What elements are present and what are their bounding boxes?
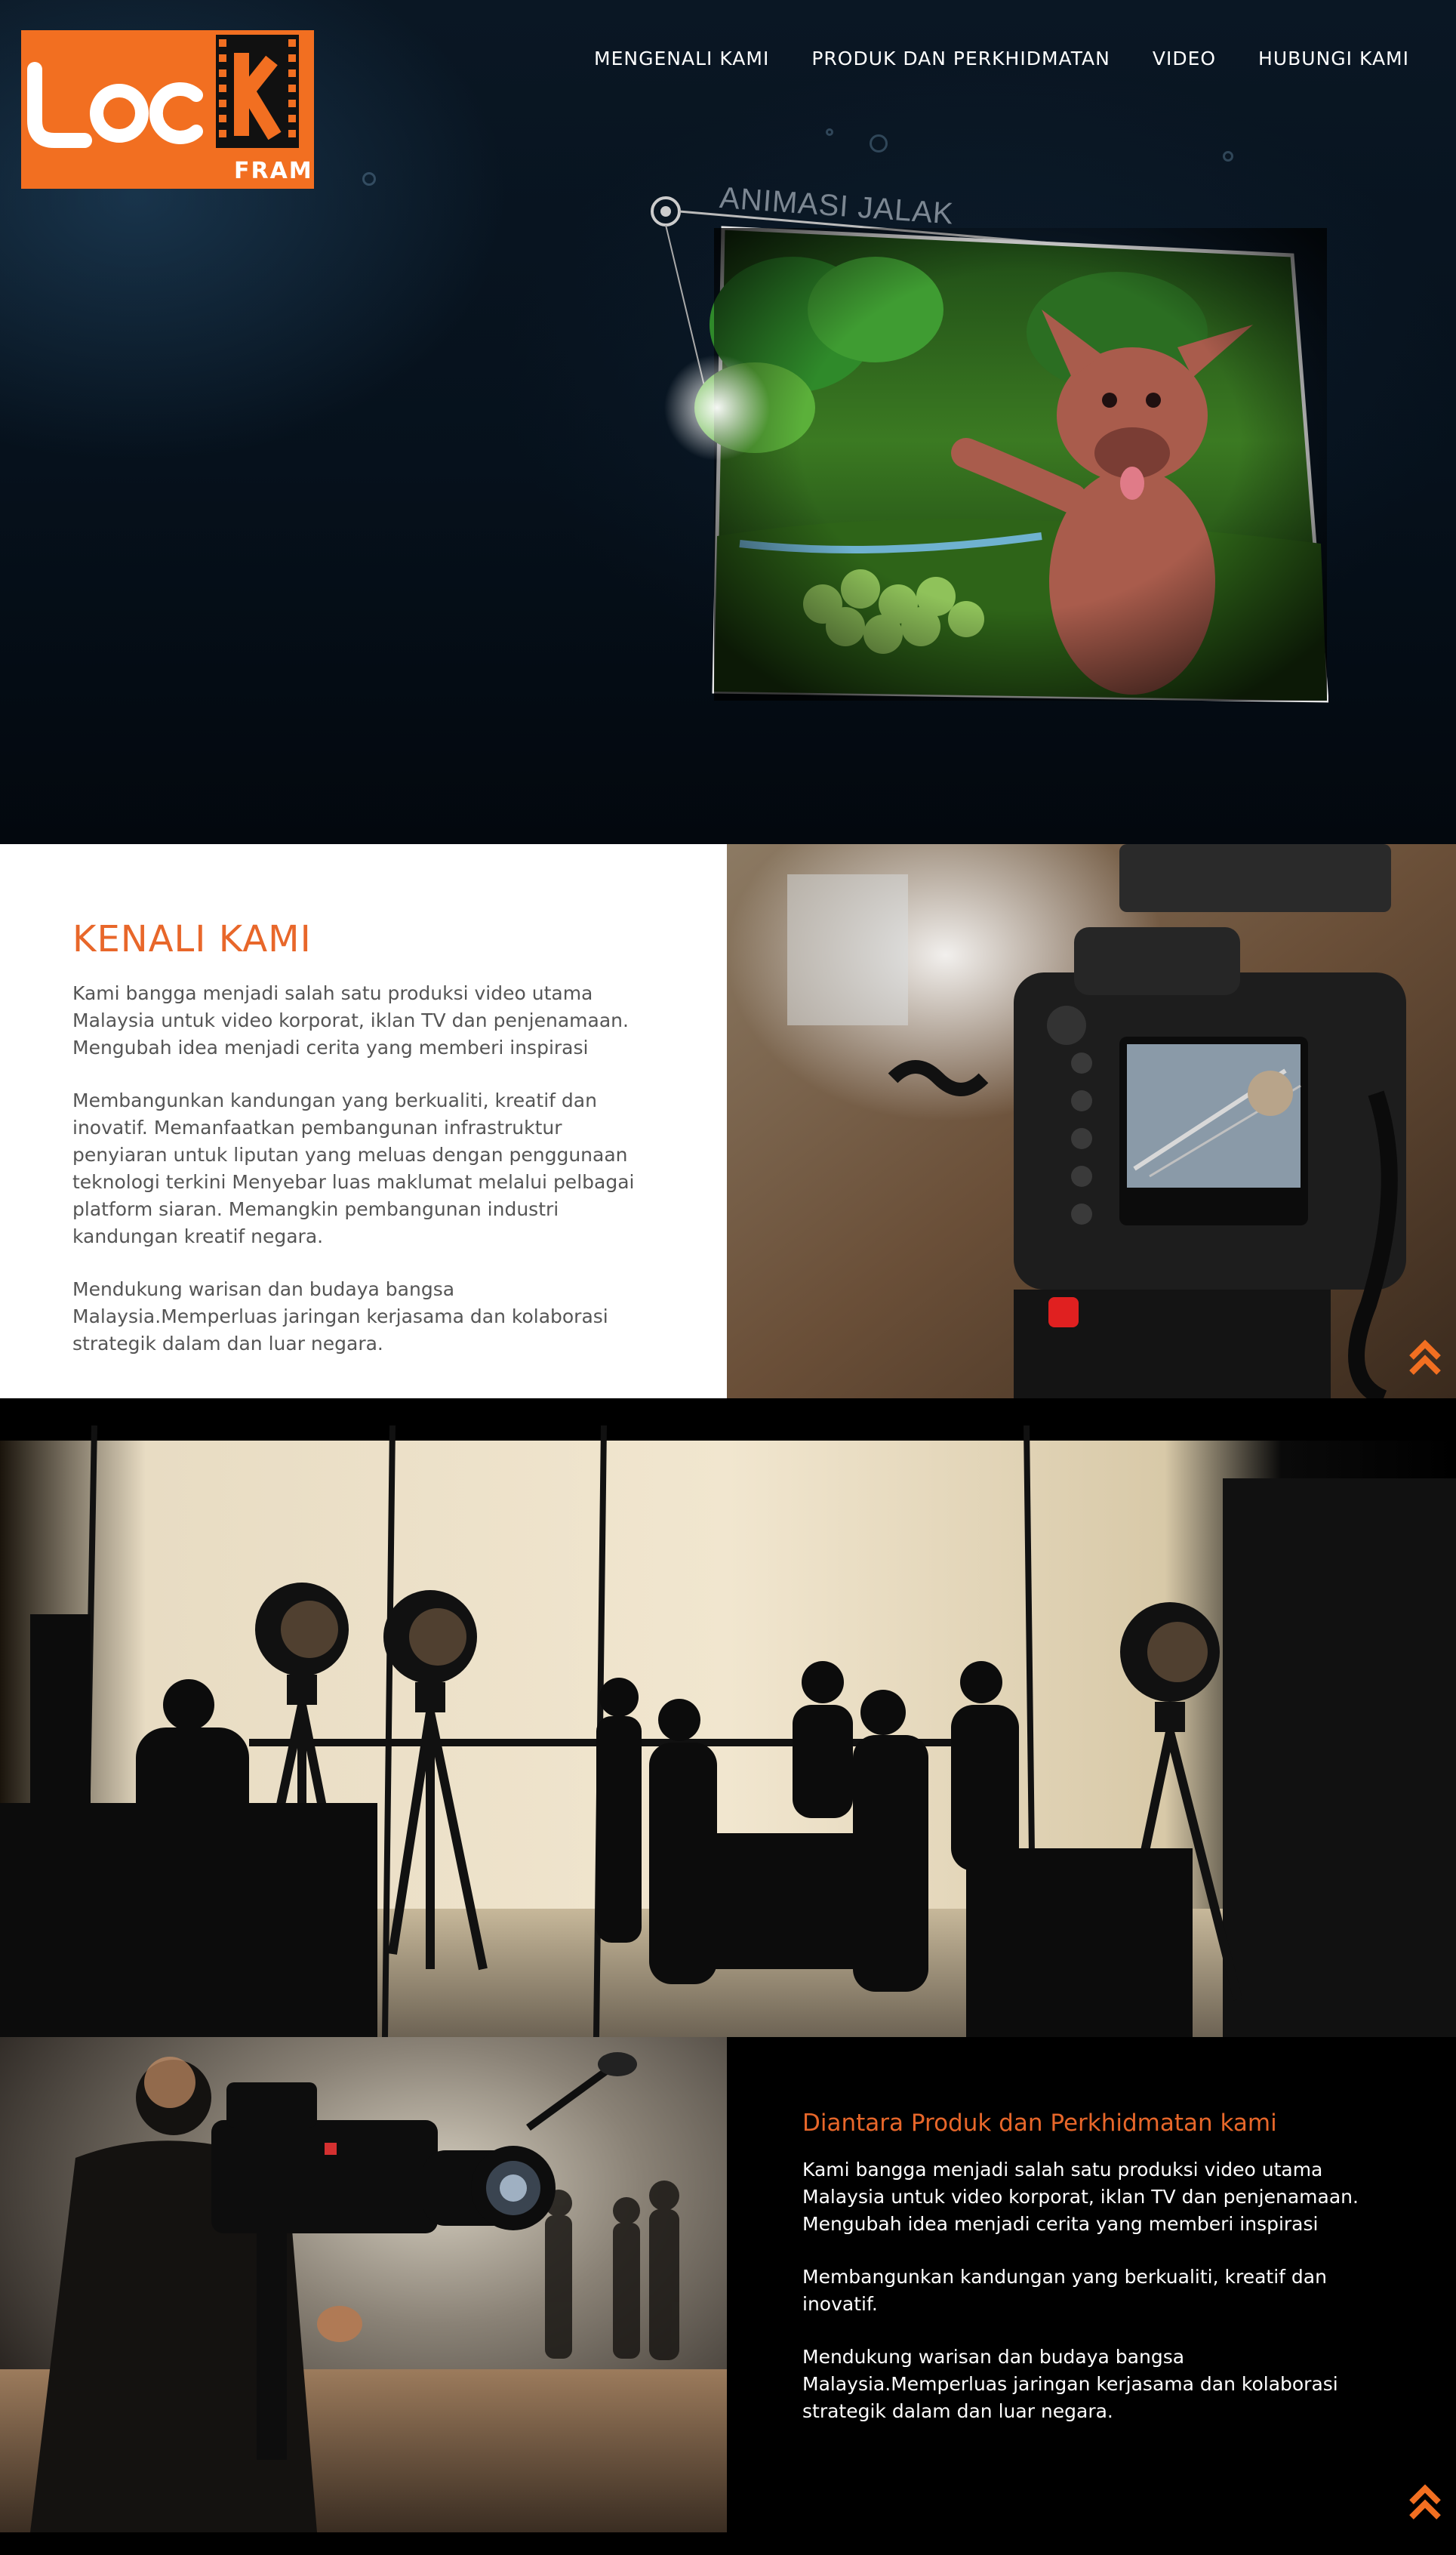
bokeh-decoration: [362, 172, 376, 186]
nav-item-video[interactable]: VIDEO: [1153, 44, 1216, 74]
nav-item-mengenali-kami[interactable]: MENGENALI KAMI: [594, 44, 769, 74]
studio-photo-section: [0, 1425, 1456, 2037]
bokeh-decoration: [826, 128, 833, 136]
logo[interactable]: FRAME: [21, 30, 314, 189]
hero-section: FRAME MENGENALI KAMI PRODUK DAN PERKHIDM…: [0, 0, 1456, 844]
services-section: Diantara Produk dan Perkhidmatan kami Ka…: [0, 2037, 1456, 2532]
services-paragraph: Membangunkan kandungan yang berkualiti, …: [802, 2266, 1327, 2315]
services-paragraph: Mendukung warisan dan budaya bangsa Mala…: [802, 2346, 1338, 2422]
about-paragraph: Membangunkan kandungan yang berkualiti, …: [72, 1089, 635, 1247]
about-text-block: KENALI KAMI Kami bangga menjadi salah sa…: [72, 918, 654, 1383]
cameraman-photo: [0, 2037, 727, 2532]
page-bottom-strip: [0, 2532, 1456, 2555]
about-title: KENALI KAMI: [72, 918, 312, 960]
film-set-image: [0, 1425, 1456, 2037]
scroll-top-button[interactable]: [1408, 2483, 1442, 2520]
bokeh-decoration: [870, 134, 888, 153]
about-paragraph: Mendukung warisan dan budaya bangsa Mala…: [72, 1278, 608, 1355]
double-chevron-up-icon: [1409, 2484, 1441, 2520]
services-paragraph: Kami bangga menjadi salah satu produksi …: [802, 2159, 1359, 2235]
logo-frame-text: FRAME: [234, 158, 314, 184]
services-text-block: Diantara Produk dan Perkhidmatan kami Ka…: [802, 2110, 1391, 2451]
cameraman-image: [0, 2037, 727, 2532]
lockframe-logo-icon: FRAME: [21, 30, 314, 189]
nav-item-produk-dan-perkhidmatan[interactable]: PRODUK DAN PERKHIDMATAN: [811, 44, 1110, 74]
double-chevron-up-icon: [1409, 1339, 1441, 1375]
about-section: KENALI KAMI Kami bangga menjadi salah sa…: [0, 844, 1456, 1398]
about-paragraph: Kami bangga menjadi salah satu produksi …: [72, 982, 629, 1059]
scroll-top-button[interactable]: [1408, 1338, 1442, 1376]
nav-item-hubungi-kami[interactable]: HUBUNGI KAMI: [1258, 44, 1409, 74]
camera-photo: [727, 844, 1456, 1398]
main-nav: MENGENALI KAMI PRODUK DAN PERKHIDMATAN V…: [594, 44, 1409, 74]
bokeh-decoration: [1223, 151, 1233, 162]
camera-image: [727, 844, 1456, 1398]
services-title: Diantara Produk dan Perkhidmatan kami: [802, 2110, 1277, 2137]
hero-animation-screen: [651, 196, 1328, 703]
